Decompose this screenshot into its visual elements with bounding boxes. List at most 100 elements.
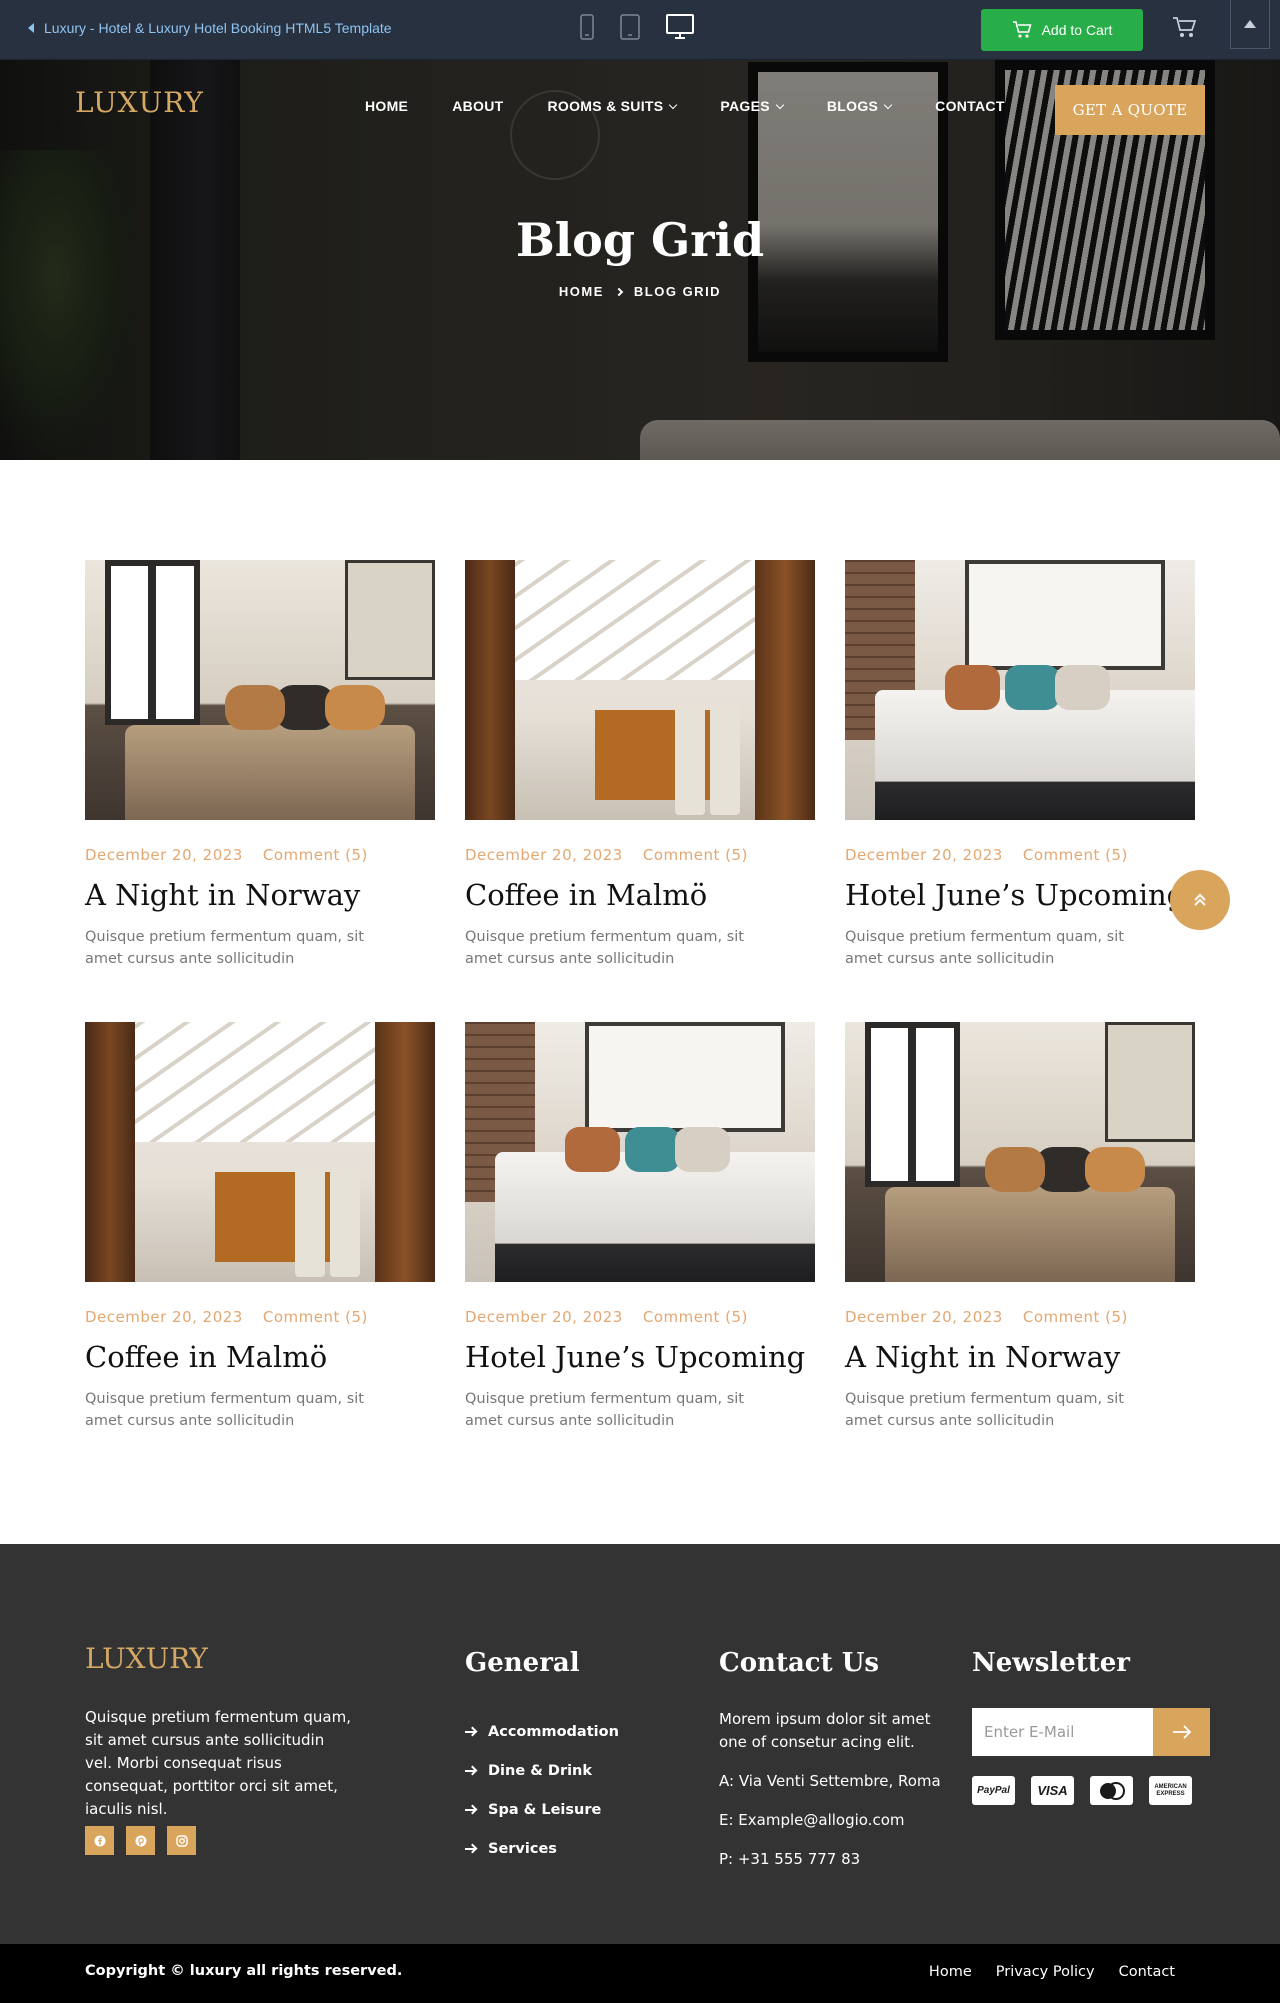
mastercard-icon bbox=[1090, 1776, 1133, 1805]
blog-card-image[interactable] bbox=[85, 560, 435, 820]
payment-methods: PayPal VISA AMERICAN EXPRESS bbox=[972, 1776, 1192, 1805]
nav-about[interactable]: ABOUT bbox=[452, 98, 503, 114]
newsletter-form bbox=[972, 1708, 1210, 1756]
nav-home[interactable]: HOME bbox=[365, 98, 408, 114]
desktop-icon[interactable] bbox=[666, 14, 694, 40]
post-date[interactable]: December 20, 2023 bbox=[845, 846, 1003, 864]
arrow-right-icon bbox=[1172, 1725, 1191, 1739]
nav-label: HOME bbox=[365, 98, 409, 114]
newsletter-email-input[interactable] bbox=[972, 1708, 1153, 1756]
add-to-cart-label: Add to Cart bbox=[1041, 22, 1113, 38]
nav-label: PAGES bbox=[720, 98, 770, 114]
breadcrumb-home[interactable]: HOME bbox=[559, 284, 604, 299]
post-comments[interactable]: Comment (5) bbox=[643, 846, 748, 864]
newsletter-submit-button[interactable] bbox=[1153, 1708, 1210, 1756]
blog-card-image[interactable] bbox=[845, 1022, 1195, 1282]
main-nav: HOME ABOUT ROOMS & SUITS PAGES BLOGS CON… bbox=[365, 98, 1049, 114]
pinterest-icon[interactable] bbox=[126, 1826, 155, 1855]
post-date[interactable]: December 20, 2023 bbox=[85, 846, 243, 864]
breadcrumb: HOME BLOG GRID bbox=[0, 284, 1280, 299]
footer-logo[interactable]: LUXURY bbox=[85, 1642, 208, 1675]
bottom-link-home[interactable]: Home bbox=[929, 1964, 972, 1980]
preview-bar: Luxury - Hotel & Luxury Hotel Booking HT… bbox=[0, 0, 1280, 60]
contact-email[interactable]: E: Example@allogio.com bbox=[719, 1809, 949, 1832]
add-to-cart-button[interactable]: Add to Cart bbox=[981, 9, 1143, 51]
facebook-icon[interactable] bbox=[85, 1826, 114, 1855]
bottom-link-contact[interactable]: Contact bbox=[1119, 1964, 1175, 1980]
post-date[interactable]: December 20, 2023 bbox=[85, 1308, 243, 1326]
nav-rooms-suits[interactable]: ROOMS & SUITS bbox=[547, 98, 678, 114]
collapse-bar-button[interactable] bbox=[1230, 0, 1270, 49]
post-comments[interactable]: Comment (5) bbox=[643, 1308, 748, 1326]
double-chevron-up-icon bbox=[1194, 893, 1206, 906]
post-comments[interactable]: Comment (5) bbox=[263, 846, 368, 864]
footer-link-label: Accommodation bbox=[488, 1723, 619, 1740]
site-logo[interactable]: LUXURY bbox=[75, 86, 204, 119]
visa-icon: VISA bbox=[1031, 1776, 1074, 1805]
nav-label: ROOMS & SUITS bbox=[547, 98, 664, 114]
blog-grid: December 20, 2023 Comment (5) A Night in… bbox=[85, 560, 1195, 1484]
post-excerpt: Quisque pretium fermentum quam, sit amet… bbox=[845, 929, 1124, 967]
footer-link-accommodation[interactable]: Accommodation bbox=[465, 1712, 619, 1751]
footer-about-text: Quisque pretium fermentum quam, sit amet… bbox=[85, 1708, 351, 1818]
blog-card-image[interactable] bbox=[845, 560, 1195, 820]
post-title[interactable]: Coffee in Malmö bbox=[465, 878, 815, 912]
mobile-icon[interactable] bbox=[580, 14, 594, 40]
blog-card-image[interactable] bbox=[465, 560, 815, 820]
footer-link-label: Dine & Drink bbox=[488, 1762, 593, 1779]
chevron-down-icon bbox=[883, 100, 893, 109]
scroll-to-top-button[interactable] bbox=[1170, 870, 1230, 930]
social-links bbox=[85, 1826, 196, 1855]
post-title[interactable]: A Night in Norway bbox=[845, 1340, 1195, 1374]
paypal-icon: PayPal bbox=[972, 1776, 1015, 1805]
footer-link-spa-leisure[interactable]: Spa & Leisure bbox=[465, 1790, 619, 1829]
caret-left-icon bbox=[28, 23, 34, 33]
nav-pages[interactable]: PAGES bbox=[720, 98, 785, 114]
post-comments[interactable]: Comment (5) bbox=[1023, 1308, 1128, 1326]
footer-contact-title: Contact Us bbox=[719, 1648, 879, 1678]
chevron-right-icon bbox=[614, 287, 624, 296]
footer-link-label: Services bbox=[488, 1840, 557, 1857]
footer: LUXURY Quisque pretium fermentum quam, s… bbox=[0, 1544, 1280, 1944]
footer-link-services[interactable]: Services bbox=[465, 1829, 619, 1868]
post-excerpt: Quisque pretium fermentum quam, sit amet… bbox=[845, 1391, 1124, 1429]
nav-label: ABOUT bbox=[452, 98, 504, 114]
footer-newsletter-title: Newsletter bbox=[972, 1648, 1131, 1678]
template-title: Luxury - Hotel & Luxury Hotel Booking HT… bbox=[44, 20, 392, 36]
get-a-quote-button[interactable]: GET A QUOTE bbox=[1055, 85, 1205, 135]
post-date[interactable]: December 20, 2023 bbox=[465, 1308, 623, 1326]
arrow-right-icon bbox=[465, 1805, 476, 1815]
nav-label: BLOGS bbox=[826, 98, 879, 114]
chevron-down-icon bbox=[775, 100, 785, 109]
blog-card-image[interactable] bbox=[465, 1022, 815, 1282]
post-comments[interactable]: Comment (5) bbox=[1023, 846, 1128, 864]
bottom-link-privacy[interactable]: Privacy Policy bbox=[996, 1964, 1095, 1980]
post-title[interactable]: Coffee in Malmö bbox=[85, 1340, 435, 1374]
bottom-links: Home Privacy Policy Contact bbox=[929, 1964, 1175, 1980]
post-comments[interactable]: Comment (5) bbox=[263, 1308, 368, 1326]
post-title[interactable]: Hotel June’s Upcoming bbox=[845, 878, 1195, 912]
arrow-right-icon bbox=[465, 1727, 476, 1737]
post-title[interactable]: A Night in Norway bbox=[85, 878, 435, 912]
back-link[interactable]: Luxury - Hotel & Luxury Hotel Booking HT… bbox=[28, 20, 392, 36]
footer-link-dine-drink[interactable]: Dine & Drink bbox=[465, 1751, 619, 1790]
cart-icon[interactable] bbox=[1172, 17, 1196, 39]
tablet-icon[interactable] bbox=[620, 14, 640, 40]
post-date[interactable]: December 20, 2023 bbox=[465, 846, 623, 864]
post-title[interactable]: Hotel June’s Upcoming bbox=[465, 1340, 815, 1374]
nav-contact[interactable]: CONTACT bbox=[935, 98, 1005, 114]
post-date[interactable]: December 20, 2023 bbox=[845, 1308, 1003, 1326]
footer-general-title: General bbox=[465, 1648, 580, 1678]
nav-blogs[interactable]: BLOGS bbox=[826, 98, 893, 114]
contact-phone[interactable]: P: +31 555 777 83 bbox=[719, 1848, 949, 1871]
blog-card-meta: December 20, 2023 Comment (5) bbox=[845, 846, 1195, 864]
cart-icon bbox=[1012, 21, 1032, 38]
nav-label: CONTACT bbox=[935, 98, 1005, 114]
copyright-text: Copyright © luxury all rights reserved. bbox=[85, 1963, 403, 1979]
blog-card: December 20, 2023 Comment (5) Hotel June… bbox=[465, 1022, 815, 1484]
blog-card-image[interactable] bbox=[85, 1022, 435, 1282]
instagram-icon[interactable] bbox=[167, 1826, 196, 1855]
blog-card-meta: December 20, 2023 Comment (5) bbox=[85, 1308, 435, 1326]
post-excerpt: Quisque pretium fermentum quam, sit amet… bbox=[465, 929, 744, 967]
device-switcher bbox=[580, 14, 694, 40]
